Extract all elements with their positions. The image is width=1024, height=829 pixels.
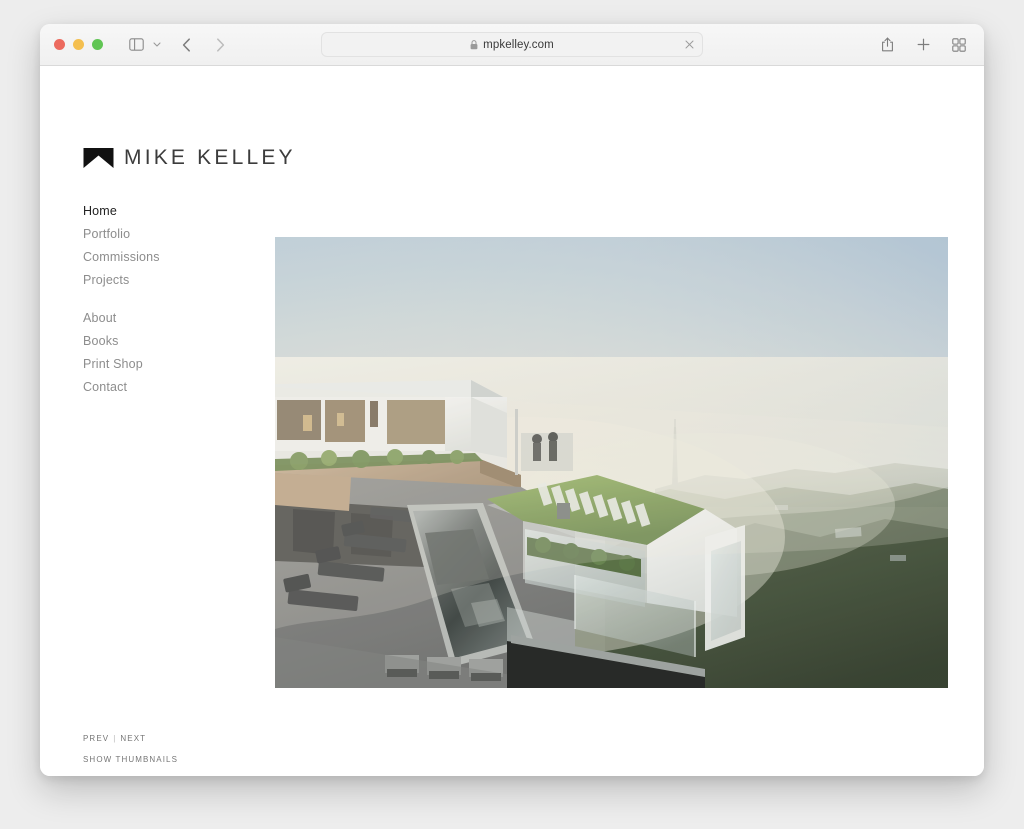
forward-button-icon[interactable] bbox=[207, 32, 233, 58]
close-icon[interactable] bbox=[685, 40, 694, 49]
browser-window: mpkelley.com MIKE KELLEY Home Portfolio … bbox=[40, 24, 984, 776]
thumbnails-row: SHOW THUMBNAILS bbox=[83, 749, 178, 770]
nav-group-secondary: About Books Print Shop Contact bbox=[83, 307, 263, 399]
show-thumbnails-link[interactable]: SHOW THUMBNAILS bbox=[83, 749, 178, 770]
url-display: mpkelley.com bbox=[470, 39, 554, 51]
nav-item-about[interactable]: About bbox=[83, 307, 263, 330]
next-link[interactable]: NEXT bbox=[120, 728, 146, 749]
main-navigation: Home Portfolio Commissions Projects Abou… bbox=[83, 200, 263, 414]
prev-link[interactable]: PREV bbox=[83, 728, 109, 749]
webpage-content: MIKE KELLEY Home Portfolio Commissions P… bbox=[40, 66, 984, 776]
close-window-button[interactable] bbox=[54, 39, 65, 50]
nav-item-commissions[interactable]: Commissions bbox=[83, 246, 263, 269]
gallery-photo[interactable] bbox=[275, 237, 948, 688]
url-text: mpkelley.com bbox=[483, 38, 554, 51]
maximize-window-button[interactable] bbox=[92, 39, 103, 50]
sidebar-toggle-icon[interactable] bbox=[123, 32, 149, 58]
new-tab-icon[interactable] bbox=[910, 32, 936, 58]
nav-item-books[interactable]: Books bbox=[83, 330, 263, 353]
lock-icon bbox=[470, 39, 478, 49]
site-title: MIKE KELLEY bbox=[124, 146, 296, 169]
browser-toolbar: mpkelley.com bbox=[40, 24, 984, 66]
nav-item-portfolio[interactable]: Portfolio bbox=[83, 223, 263, 246]
nav-group-primary: Home Portfolio Commissions Projects bbox=[83, 200, 263, 292]
nav-item-projects[interactable]: Projects bbox=[83, 269, 263, 292]
nav-item-home[interactable]: Home bbox=[83, 200, 263, 223]
chevron-mark-logo-icon bbox=[83, 148, 114, 168]
prev-next-row: PREV | NEXT bbox=[83, 728, 178, 749]
chevron-down-icon[interactable] bbox=[149, 32, 165, 58]
prev-next-separator: | bbox=[113, 734, 117, 743]
gallery-controls: PREV | NEXT SHOW THUMBNAILS bbox=[83, 728, 178, 770]
site-logo[interactable]: MIKE KELLEY bbox=[83, 146, 296, 170]
sidebar-controls bbox=[123, 32, 165, 58]
nav-item-contact[interactable]: Contact bbox=[83, 376, 263, 399]
nav-item-print-shop[interactable]: Print Shop bbox=[83, 353, 263, 376]
minimize-window-button[interactable] bbox=[73, 39, 84, 50]
navigation-controls bbox=[173, 32, 233, 58]
address-bar[interactable]: mpkelley.com bbox=[321, 32, 703, 57]
window-controls bbox=[54, 39, 103, 50]
tab-overview-icon[interactable] bbox=[946, 32, 972, 58]
hillside-house-photograph bbox=[275, 237, 948, 688]
share-icon[interactable] bbox=[874, 32, 900, 58]
back-button-icon[interactable] bbox=[173, 32, 199, 58]
toolbar-right-actions bbox=[874, 32, 972, 58]
